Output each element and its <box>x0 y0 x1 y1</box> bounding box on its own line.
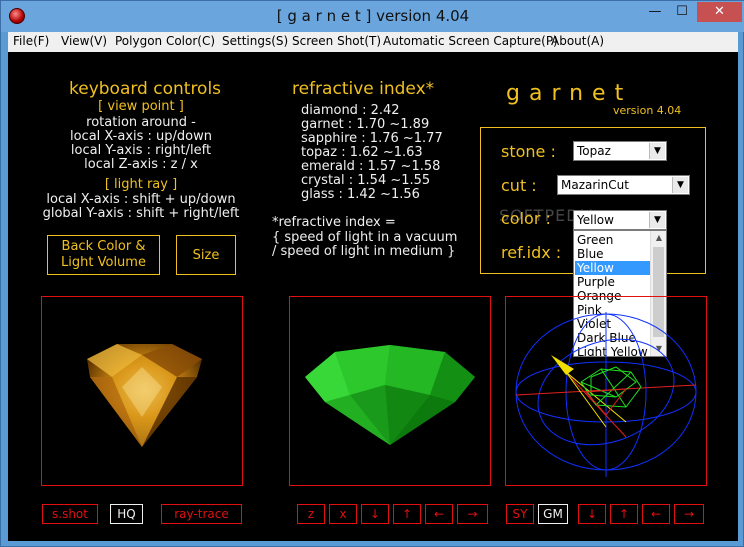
topaz-gem-render <box>87 344 202 447</box>
stone-select[interactable]: Topaz ▼ <box>573 141 667 161</box>
ri-row-sapphire: sapphire : 1.76 ~1.77 <box>301 131 443 146</box>
cut-label: cut : <box>501 176 537 195</box>
arrow-right-icon[interactable]: → <box>674 504 704 524</box>
arrow-up-icon[interactable]: ↑ <box>610 504 638 524</box>
ri-row-crystal: crystal : 1.54 ~1.55 <box>301 173 431 188</box>
color-label: color : <box>501 209 551 228</box>
menu-view[interactable]: View(V) <box>61 34 107 48</box>
menu-file[interactable]: File(F) <box>13 34 49 48</box>
title-bar[interactable]: [ g a r n e t ] version 4.04 — ☐ ✕ <box>1 1 744 32</box>
keyboard-controls-title: keyboard controls <box>69 79 222 99</box>
window-title: [ g a r n e t ] version 4.04 <box>276 7 470 25</box>
menu-about[interactable]: About(A) <box>551 34 604 48</box>
wireframe-render <box>515 312 697 477</box>
refractive-index-title: refractive index* <box>292 79 435 99</box>
green-gem-render <box>305 345 475 445</box>
menu-settings[interactable]: Settings(S) <box>222 34 288 48</box>
kb-line: local Z-axis : z / x <box>84 157 198 172</box>
ri-row-topaz: topaz : 1.62 ~1.63 <box>301 145 423 160</box>
arrow-down-icon[interactable]: ↓ <box>578 504 606 524</box>
menu-automatic-screen-capture[interactable]: Automatic Screen Capture(P) <box>383 34 558 48</box>
menu-polygon-color[interactable]: Polygon Color(C) <box>115 34 215 48</box>
ray-trace-button[interactable]: ray-trace <box>161 504 242 524</box>
close-button[interactable]: ✕ <box>697 2 742 22</box>
brand-version: version 4.04 <box>613 104 682 117</box>
kb-line: global Y-axis : shift + right/left <box>42 206 240 221</box>
arrow-left-icon[interactable]: ← <box>642 504 670 524</box>
hq-button[interactable]: HQ <box>110 504 143 524</box>
kb-line: local Y-axis : right/left <box>70 143 212 158</box>
color-option-purple[interactable]: Purple <box>575 275 651 289</box>
main-canvas: keyboard controls [ view point ] rotatio… <box>8 52 738 541</box>
raytrace-viewport[interactable] <box>41 296 243 486</box>
arrow-right-icon[interactable]: → <box>457 504 488 524</box>
ri-row-diamond: diamond : 2.42 <box>301 103 400 118</box>
ri-note-line: *refractive index = <box>272 215 396 230</box>
minimize-button[interactable]: — <box>642 2 668 22</box>
ri-row-garnet: garnet : 1.70 ~1.89 <box>301 117 430 132</box>
rotate-z-button[interactable]: z <box>297 504 325 524</box>
kb-view-point-heading: [ view point ] <box>98 99 184 114</box>
back-color-light-volume-button[interactable]: Back Color & Light Volume <box>47 235 160 275</box>
polygon-viewport[interactable] <box>289 296 491 486</box>
ri-row-glass: glass : 1.42 ~1.56 <box>301 187 420 202</box>
arrow-down-icon[interactable]: ↓ <box>361 504 389 524</box>
wireframe-viewport[interactable] <box>505 296 707 486</box>
color-select[interactable]: Yellow ▼ <box>573 210 667 230</box>
chevron-down-icon: ▼ <box>672 177 688 193</box>
kb-line: local X-axis : up/down <box>69 129 212 144</box>
ri-row-emerald: emerald : 1.57 ~1.58 <box>301 159 441 174</box>
color-option-blue[interactable]: Blue <box>575 247 651 261</box>
stone-label: stone : <box>501 142 556 161</box>
ri-note-line: / speed of light in medium } <box>272 244 456 259</box>
kb-line: rotation around - <box>86 115 196 130</box>
chevron-down-icon: ▼ <box>649 212 665 228</box>
kb-line: local X-axis : shift + up/down <box>46 192 236 207</box>
color-select-value: Yellow <box>577 213 614 227</box>
cut-select-value: MazarinCut <box>561 178 629 192</box>
color-option-yellow[interactable]: Yellow <box>575 261 651 275</box>
cut-select[interactable]: MazarinCut ▼ <box>557 175 690 195</box>
stone-select-value: Topaz <box>577 144 611 158</box>
kb-light-ray-heading: [ light ray ] <box>104 177 178 192</box>
menu-bar: File(F) View(V) Polygon Color(C) Setting… <box>8 32 738 52</box>
sy-button[interactable]: SY <box>506 504 534 524</box>
screenshot-button[interactable]: s.shot <box>42 504 98 524</box>
app-window: [ g a r n e t ] version 4.04 — ☐ ✕ File(… <box>0 0 744 547</box>
gm-button[interactable]: GM <box>538 504 568 524</box>
arrow-left-icon[interactable]: ← <box>425 504 453 524</box>
chevron-down-icon: ▼ <box>649 143 665 159</box>
menu-screen-shot[interactable]: Screen Shot(T) <box>292 34 381 48</box>
maximize-button[interactable]: ☐ <box>669 2 695 22</box>
size-button[interactable]: Size <box>176 235 236 275</box>
arrow-up-icon[interactable]: ↑ <box>393 504 421 524</box>
brand-title: garnet <box>506 81 633 106</box>
ri-note-line: { speed of light in a vacuum <box>272 230 458 245</box>
refidx-label: ref.idx : <box>501 243 562 262</box>
scroll-up-icon[interactable]: ▲ <box>651 231 667 245</box>
color-option-green[interactable]: Green <box>575 233 651 247</box>
rotate-x-button[interactable]: x <box>329 504 357 524</box>
